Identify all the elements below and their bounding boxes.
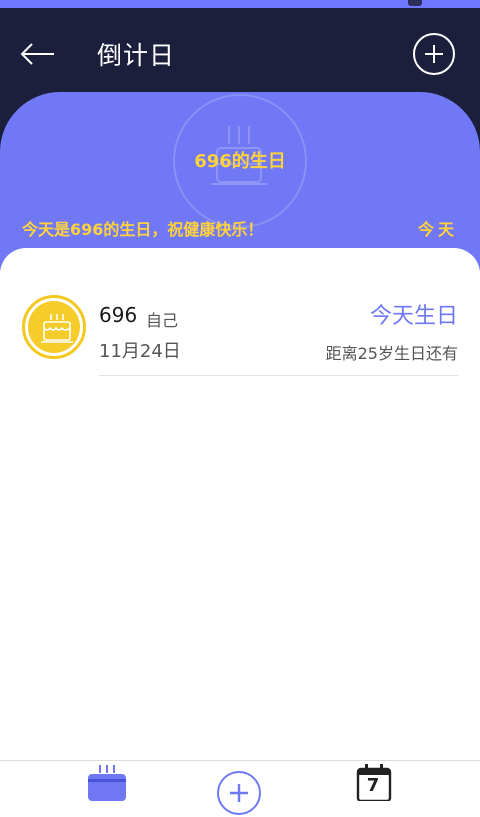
back-button[interactable] bbox=[18, 36, 58, 72]
item-countdown-note: 距离25岁生日还有 bbox=[325, 344, 458, 363]
hero-title: 696的生日 bbox=[194, 151, 286, 172]
item-date: 11月24日 bbox=[99, 341, 181, 362]
bottom-nav: 7 bbox=[0, 760, 480, 815]
item-name: 696 bbox=[99, 303, 138, 327]
status-bar bbox=[0, 0, 480, 8]
tab-birthdays[interactable] bbox=[86, 763, 128, 801]
plus-icon bbox=[425, 45, 443, 63]
hero-today-label: 今天 bbox=[417, 220, 458, 239]
back-arrow-icon bbox=[20, 43, 54, 65]
avatar bbox=[22, 295, 86, 359]
hero-message: 今天是696的生日，祝健康快乐！ bbox=[22, 220, 264, 239]
top-bar: 倒计日 bbox=[0, 8, 480, 86]
add-event-button[interactable] bbox=[413, 33, 455, 75]
page-title: 倒计日 bbox=[97, 41, 176, 70]
item-status: 今天生日 bbox=[369, 304, 458, 329]
cake-icon bbox=[88, 765, 126, 801]
divider bbox=[99, 375, 459, 376]
tab-add-button[interactable] bbox=[217, 771, 261, 815]
cake-icon bbox=[41, 314, 73, 343]
calendar-day: 7 bbox=[366, 775, 380, 796]
item-relation: 自己 bbox=[146, 311, 179, 330]
plus-icon bbox=[230, 784, 248, 802]
list-item[interactable]: 696 自己 11月24日 今天生日 距离25岁生日还有 bbox=[0, 278, 480, 378]
tab-calendar[interactable]: 7 bbox=[355, 763, 393, 801]
status-notch bbox=[408, 0, 422, 6]
